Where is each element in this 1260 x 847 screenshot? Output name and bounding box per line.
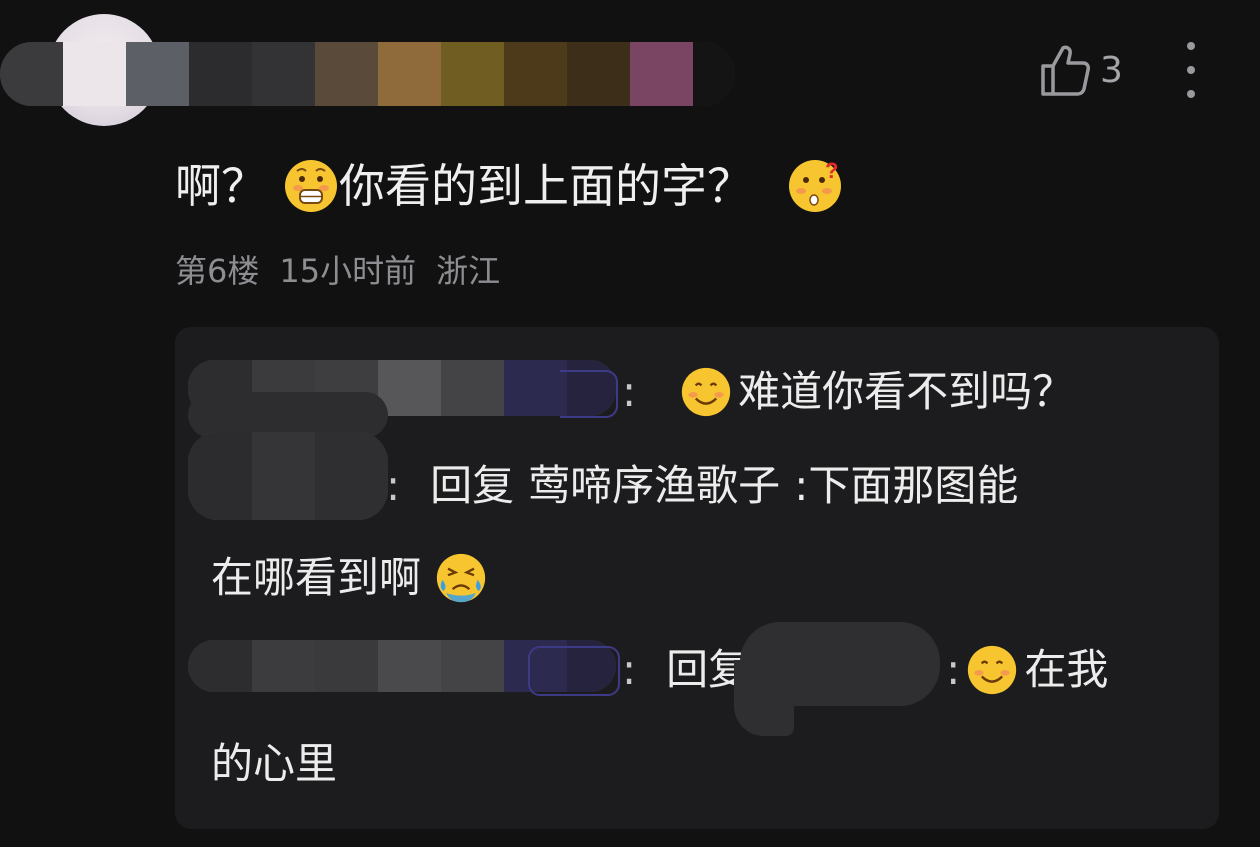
reply-1-text: 难道你看不到吗？ <box>738 367 1075 416</box>
reply-2-reply-word: 回复 <box>430 461 515 510</box>
reply-2-line2: 在哪看到啊 <box>211 548 487 608</box>
comment-text: 啊？ 你看的到上面的字？ ? <box>175 153 843 219</box>
comment-text-part1: 啊？ <box>175 159 267 213</box>
like-button[interactable]: 3 <box>1040 40 1123 100</box>
reply-2-line: : 回复 莺啼序渔歌子 :下面那图能 <box>386 456 1018 516</box>
location: 浙江 <box>436 252 501 290</box>
reply-3-handle-box <box>528 646 620 696</box>
post-time: 15小时前 <box>279 252 417 290</box>
svg-text:?: ? <box>825 158 838 183</box>
reply-1-line: : 难道你看不到吗？ <box>622 362 1074 422</box>
reply-3-text-line2: 的心里 <box>211 739 338 788</box>
crying-face-emoji-icon <box>436 553 486 603</box>
reply-2-username-redacted[interactable] <box>188 432 388 520</box>
reply-3-line2: 的心里 <box>211 734 337 794</box>
reply-3-separator: : <box>946 645 961 694</box>
confused-face-emoji-icon: ? <box>789 158 841 212</box>
smile-face-emoji-icon <box>968 645 1017 695</box>
reply-2-target-user[interactable]: 莺啼序渔歌子 <box>528 456 780 516</box>
more-options-button[interactable] <box>1176 42 1206 98</box>
commenter-name-redacted[interactable] <box>0 42 735 106</box>
comment-meta: 第6楼 15小时前 浙江 <box>175 249 520 293</box>
more-vertical-icon <box>1187 42 1195 50</box>
reply-2-text-line2: 在哪看到啊 <box>211 553 422 602</box>
like-count: 3 <box>1100 49 1123 91</box>
reply-3-target-redacted-tail <box>734 660 794 736</box>
reply-2-text-line1: :下面那图能 <box>794 461 1019 510</box>
reply-3-text-line1: 在我 <box>1024 645 1109 694</box>
smile-face-emoji-icon <box>682 367 731 417</box>
thumbs-up-icon <box>1041 45 1090 96</box>
comment-text-part2: 你看的到上面的字？ <box>339 159 753 213</box>
reply-1-handle-box <box>560 370 618 418</box>
scared-face-emoji-icon <box>285 160 337 212</box>
floor-number: 第6楼 <box>175 252 260 290</box>
